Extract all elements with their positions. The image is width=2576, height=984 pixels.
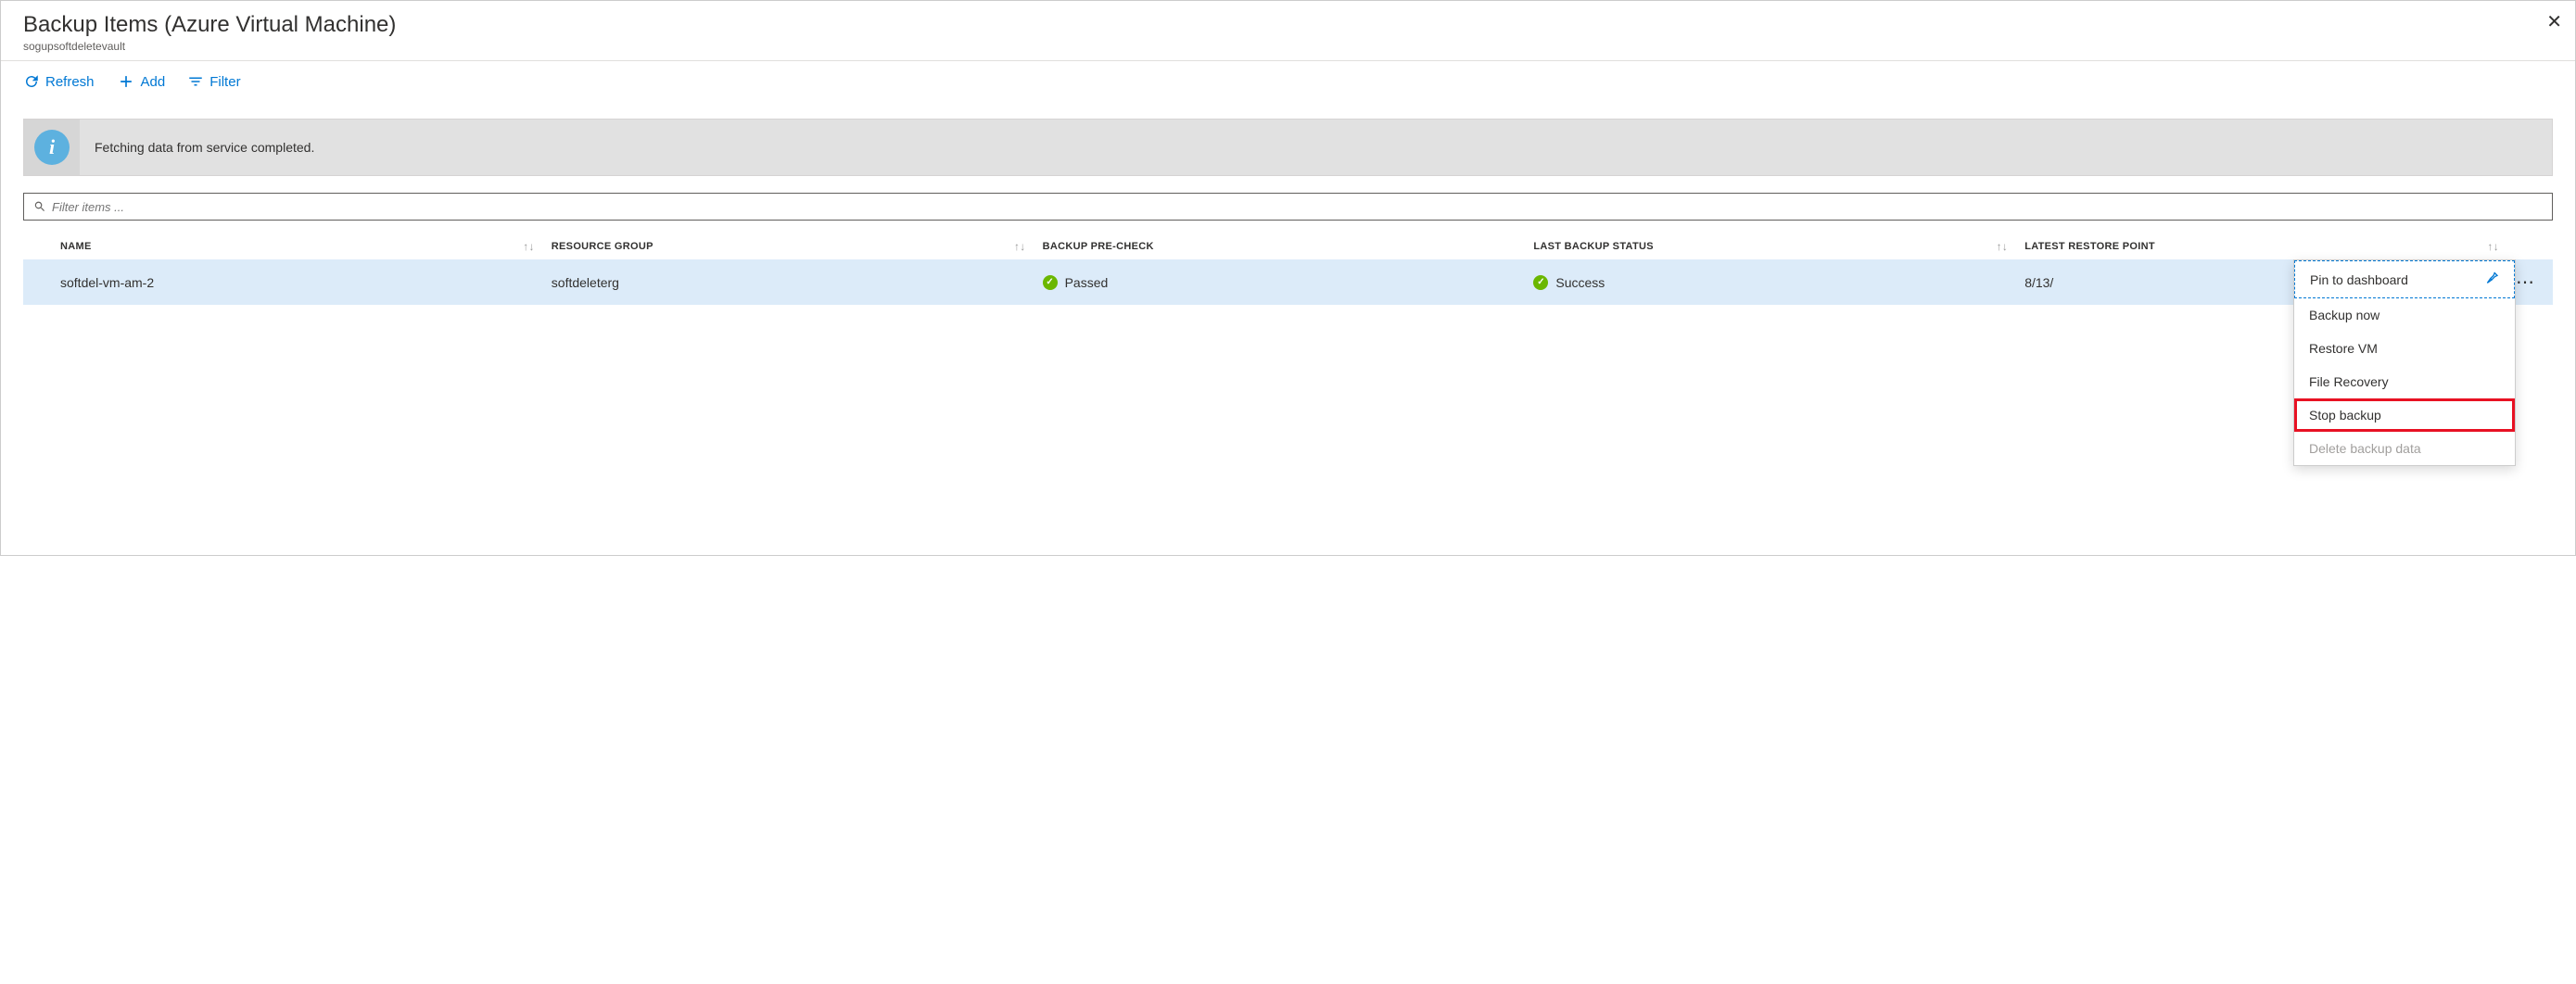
blade-header: Backup Items (Azure Virtual Machine) sog… [1,1,2575,61]
content-area: i Fetching data from service completed. … [1,119,2575,327]
refresh-icon [23,73,40,90]
add-button[interactable]: Add [117,72,166,91]
toolbar: Refresh Add Filter [1,61,2575,102]
refresh-button[interactable]: Refresh [23,73,95,90]
more-button[interactable]: ⋯ [2516,271,2535,294]
filter-label: Filter [209,74,240,90]
cell-rg: softdeleterg [552,275,1043,290]
menu-file-recovery[interactable]: File Recovery [2294,365,2515,398]
close-icon: ✕ [2546,12,2562,32]
col-last-status[interactable]: Last Backup Status↑↓ [1533,241,2024,252]
cell-precheck: ✓ Passed [1043,275,1534,290]
check-icon: ✓ [1043,275,1058,290]
info-message: Fetching data from service completed. [80,140,314,155]
page-subtitle: sogupsoftdeletevault [23,40,2553,53]
info-icon: i [34,130,70,165]
sort-icon: ↑↓ [523,240,535,253]
filter-button[interactable]: Filter [187,73,240,90]
info-icon-wrap: i [24,120,80,175]
info-bar: i Fetching data from service completed. [23,119,2553,176]
refresh-label: Refresh [45,74,95,90]
menu-pin-to-dashboard[interactable]: Pin to dashboard [2294,260,2515,298]
col-precheck[interactable]: Backup Pre-Check [1043,241,1534,252]
blade-container: Backup Items (Azure Virtual Machine) sog… [0,0,2576,556]
search-input[interactable] [52,200,2543,214]
search-box[interactable] [23,193,2553,221]
menu-delete-backup-data: Delete backup data [2294,432,2515,465]
search-icon [33,200,46,213]
sort-icon: ↑↓ [1014,240,1026,253]
table-row[interactable]: softdel-vm-am-2 softdeleterg ✓ Passed ✓ … [23,259,2553,305]
close-button[interactable]: ✕ [2546,10,2562,33]
col-name[interactable]: Name↑↓ [60,241,552,252]
menu-restore-vm[interactable]: Restore VM [2294,332,2515,365]
cell-name: softdel-vm-am-2 [60,275,552,290]
pin-icon [2484,271,2499,288]
items-table: Name↑↓ Resource Group↑↓ Backup Pre-Check… [23,233,2553,305]
cell-last-status: ✓ Success [1533,275,2024,290]
plus-icon [117,72,135,91]
check-icon: ✓ [1533,275,1548,290]
menu-stop-backup[interactable]: Stop backup [2294,398,2515,432]
sort-icon: ↑↓ [1997,240,2009,253]
context-menu: Pin to dashboard Backup now Restore VM F… [2293,259,2516,466]
sort-icon: ↑↓ [2487,240,2499,253]
menu-backup-now[interactable]: Backup now [2294,298,2515,332]
col-rg[interactable]: Resource Group↑↓ [552,241,1043,252]
add-label: Add [141,74,166,90]
page-title: Backup Items (Azure Virtual Machine) [23,12,2553,38]
filter-icon [187,73,204,90]
table-header: Name↑↓ Resource Group↑↓ Backup Pre-Check… [23,233,2553,259]
col-restore-point[interactable]: Latest Restore Point↑↓ [2024,241,2516,252]
